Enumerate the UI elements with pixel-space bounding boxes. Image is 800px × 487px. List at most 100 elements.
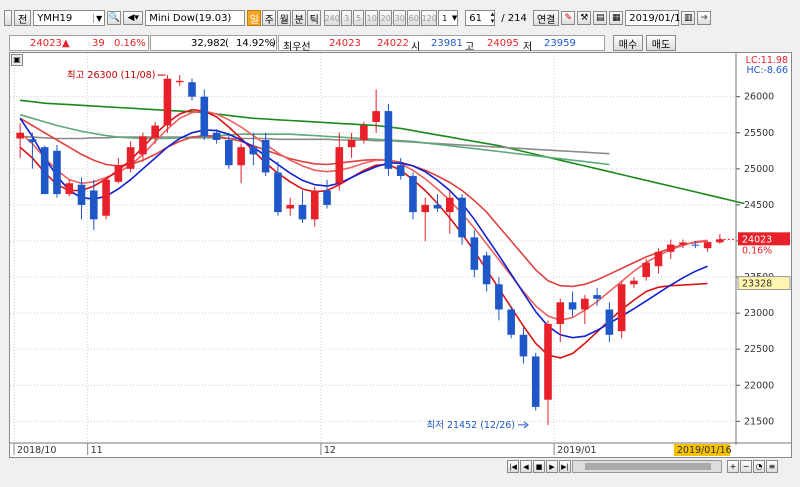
tab-weekly[interactable]: 주 (262, 10, 277, 26)
candle-down (519, 327, 528, 364)
list-icon[interactable]: ≡ (766, 460, 778, 473)
interval-custom-select[interactable]: 1 ▼ (438, 10, 459, 26)
spinner-arrows-icon[interactable]: ▴ ▾ (491, 11, 495, 25)
candle-body (544, 323, 552, 400)
tab-minute[interactable]: 분 (292, 10, 307, 26)
low-value: 23959 (544, 38, 576, 49)
candle-body (593, 295, 601, 299)
volume-box: 32,982 ( 14.92% ) (150, 35, 277, 51)
candle-body (458, 197, 466, 238)
candle-body (212, 132, 221, 140)
candle-up (151, 121, 159, 144)
price-chart[interactable]: 2150022000225002300023500240002450025000… (9, 52, 792, 458)
low-label: 저 (523, 42, 533, 53)
jeon-button[interactable]: 전 (14, 10, 32, 26)
interval-240[interactable]: 240 (324, 10, 341, 26)
date-axis: 2018/10 11 12 2019/01 (13, 443, 597, 456)
ma-line (19, 117, 708, 339)
best-label: 최우선 (283, 42, 311, 53)
candle-body (225, 139, 233, 166)
grip-icon[interactable] (4, 10, 12, 26)
wrench-icon[interactable]: ⚒ (577, 11, 592, 25)
tab-monthly[interactable]: 월 (277, 10, 292, 26)
candle-body (482, 255, 491, 285)
save-icon[interactable]: ▤ (593, 11, 608, 25)
hc-label: HC:-8.66 (746, 65, 788, 76)
candle-up (654, 248, 663, 274)
date-field[interactable]: 2019/01/16 (625, 10, 687, 26)
candle-down (40, 145, 49, 195)
interval-custom-value: 1 (442, 13, 448, 23)
candle-body (507, 309, 515, 335)
candles (16, 75, 724, 425)
chevron-down-icon[interactable]: ▼ (452, 14, 457, 22)
chart-menu-icon[interactable]: ▣ (11, 54, 23, 66)
candle-body (519, 334, 528, 357)
nav-next-button[interactable]: ▶ (546, 460, 558, 473)
current-price-label: 24023 (742, 234, 772, 245)
candle-down (200, 89, 209, 140)
candle-up (114, 158, 123, 184)
scroll-thumb[interactable] (585, 463, 711, 470)
interval-3[interactable]: 3 (341, 10, 353, 26)
candle-body (691, 244, 700, 246)
buy-button[interactable]: 매수 (613, 35, 643, 51)
sell-button[interactable]: 매도 (646, 35, 676, 51)
price-box: 24023 ▲ 39 0.16% (9, 35, 149, 51)
speaker-icon[interactable]: ◀▾ (123, 11, 144, 25)
candle-body (630, 280, 638, 285)
candle-down (53, 145, 61, 198)
nav-buttons: |◀ ◀ ■ ▶ ▶| (507, 460, 571, 473)
candle-body (654, 251, 663, 267)
link-button[interactable]: 연결 (532, 10, 560, 26)
chevron-down-icon[interactable]: ▼ (93, 13, 104, 23)
calendar-icon[interactable]: ▥ (681, 11, 696, 25)
interval-10[interactable]: 10 (365, 10, 379, 26)
tab-daily[interactable]: 일 (247, 10, 262, 26)
symbol-select[interactable]: YMH19 ▼ (33, 10, 106, 26)
moving-average-lines (19, 99, 745, 359)
chart-icon[interactable]: ◔ (753, 460, 765, 473)
candle-down (482, 251, 491, 292)
tab-tick[interactable]: 틱 (307, 10, 322, 26)
best-bid: 24022 (377, 38, 409, 49)
candle-body (40, 147, 49, 195)
volume-pct-close: ) (272, 38, 276, 49)
count-spinner[interactable]: 61 ▴ ▾ (465, 10, 496, 26)
nav-last-button[interactable]: ▶| (559, 460, 571, 473)
interval-60[interactable]: 60 (407, 10, 421, 26)
high-label: 고 (465, 42, 475, 53)
arrow-icon[interactable]: ➜ (697, 11, 712, 25)
candle-body (163, 78, 172, 126)
candle-body (53, 150, 61, 195)
candle-body (642, 262, 651, 278)
x-tick-label: 2018/10 (17, 445, 56, 456)
scroll-track[interactable] (572, 460, 722, 473)
config-icon[interactable]: ✎ (561, 11, 576, 25)
candle-body (77, 184, 86, 205)
interval-20[interactable]: 20 (379, 10, 393, 26)
candle-body (495, 284, 503, 310)
candle-up (666, 239, 675, 260)
count-total: / 214 (501, 12, 527, 24)
high-value: 24095 (487, 38, 519, 49)
change-pct: 0.16% (114, 38, 146, 49)
zoom-in-icon[interactable]: + (727, 460, 739, 473)
nav-stop-button[interactable]: ■ (533, 460, 545, 473)
y-tick-label: 21500 (744, 416, 774, 427)
candle-down (323, 179, 331, 209)
candle-body (347, 139, 356, 148)
interval-120[interactable]: 120 (421, 10, 438, 26)
y-tick-label: 22000 (744, 380, 774, 391)
candle-up (175, 75, 184, 86)
search-icon[interactable]: 🔍 (107, 11, 122, 25)
interval-30[interactable]: 30 (393, 10, 407, 26)
nav-prev-button[interactable]: ◀ (520, 460, 532, 473)
candle-body (666, 244, 675, 252)
zoom-out-icon[interactable]: − (740, 460, 752, 473)
grid-icon[interactable]: ▦ (609, 11, 624, 25)
interval-5[interactable]: 5 (353, 10, 365, 26)
nav-first-button[interactable]: |◀ (507, 460, 519, 473)
candle-body (286, 204, 295, 209)
interval-buttons: 240 3 5 10 20 30 60 120 1 ▼ (324, 10, 459, 26)
